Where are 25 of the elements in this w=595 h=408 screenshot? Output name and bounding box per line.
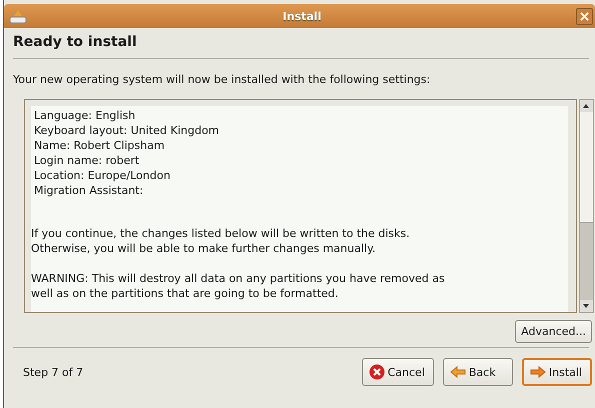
- page-heading: Ready to install: [13, 34, 138, 52]
- close-button[interactable]: [576, 8, 593, 24]
- setting-line: Keyboard layout: United Kingdom: [33, 123, 220, 138]
- setting-line: Name: Robert Clipsham: [33, 138, 166, 153]
- scrollbar[interactable]: [579, 99, 594, 313]
- window-title: Install: [282, 10, 322, 22]
- setting-line: Language: English: [33, 108, 136, 123]
- step-indicator: Step 7 of 7: [23, 366, 84, 378]
- intro-text: Your new operating system will now be installed with the following settings:: [13, 73, 432, 87]
- back-button[interactable]: Back: [442, 358, 513, 386]
- summary-text-area[interactable]: [24, 99, 577, 313]
- right-arrow-icon: [530, 364, 546, 380]
- setting-line: Location: Europe/London: [33, 168, 172, 183]
- installer-icon: [8, 8, 28, 24]
- note-text: If you continue, the changes listed below will be written to the disks. Otherwise, you will be able to make further changes manually.: [31, 226, 411, 256]
- close-icon: [580, 12, 589, 20]
- advanced-button[interactable]: Advanced...: [515, 320, 592, 343]
- left-arrow-icon: [450, 364, 466, 380]
- setting-line: Migration Assistant:: [33, 183, 144, 198]
- note-text: WARNING: This will destroy all data on any partitions you have removed as well as on the partitions that are going to be formatted.: [31, 271, 446, 301]
- install-button[interactable]: Install: [522, 358, 592, 386]
- cancel-button[interactable]: Cancel: [362, 358, 434, 386]
- close-icon: [368, 364, 385, 380]
- setting-line: Login name: robert: [33, 153, 140, 168]
- scroll-thumb[interactable]: [580, 112, 593, 223]
